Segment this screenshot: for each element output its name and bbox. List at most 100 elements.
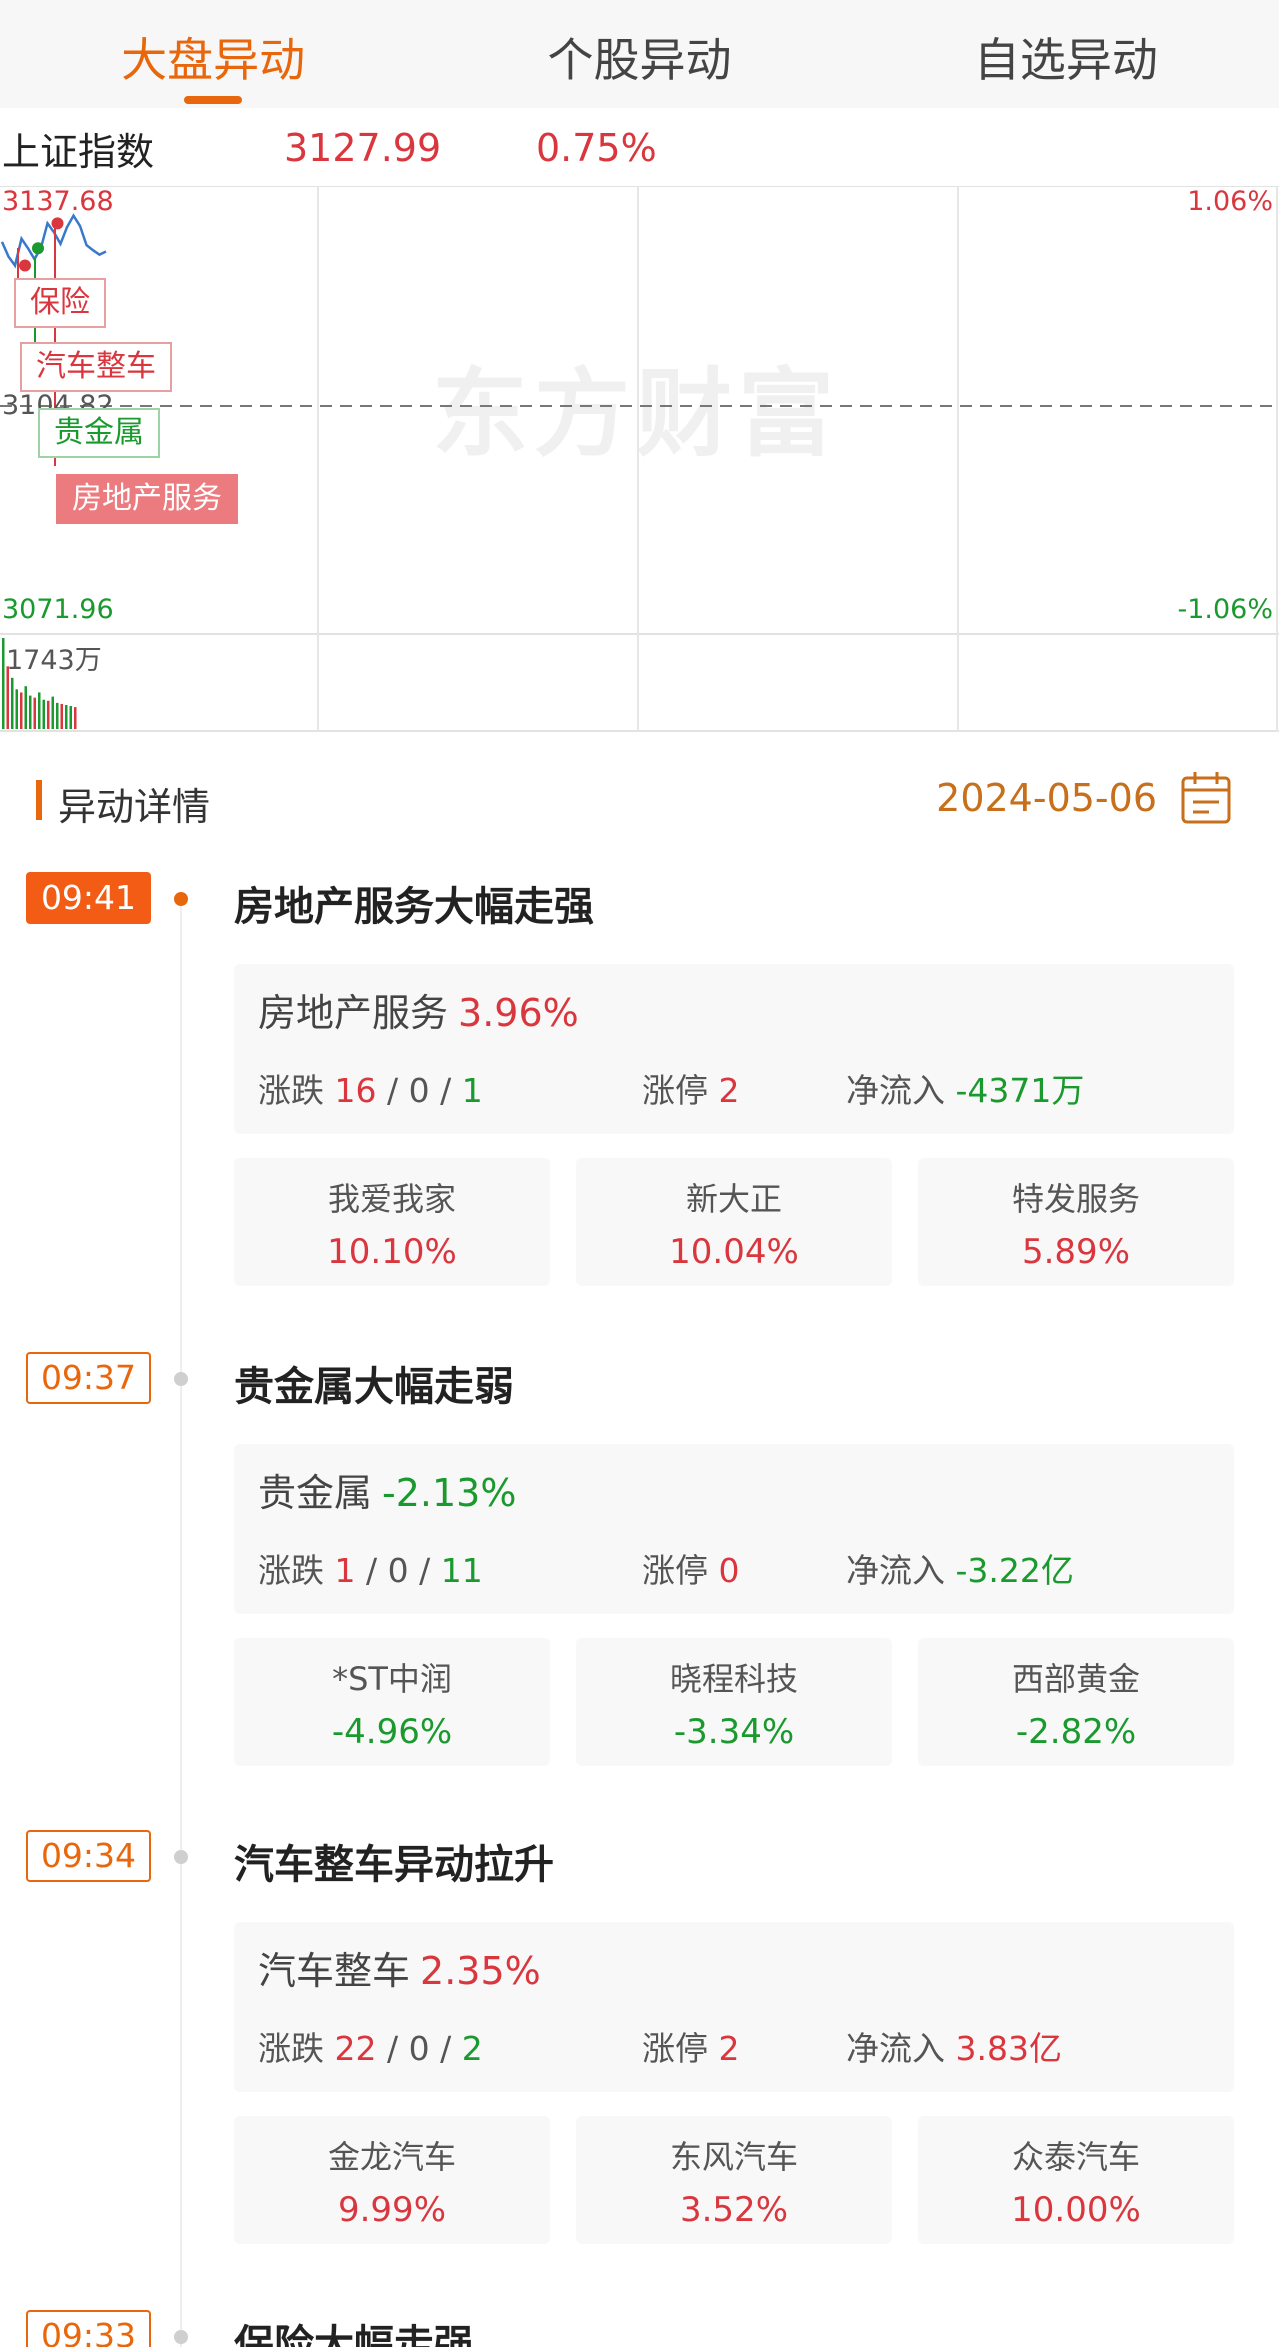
event-title: 贵金属大幅走弱 [234, 1364, 514, 1410]
volume-bar [29, 695, 32, 729]
stat-label: 涨跌 [258, 2029, 324, 2068]
chart-canvas [0, 186, 1279, 732]
stat-label: 涨跌 [258, 1551, 324, 1590]
volume-bar [65, 704, 68, 729]
stock-row: *ST中润 -4.96% 晓程科技 -3.34% 西部黄金 -2.82% [234, 1638, 1234, 1766]
stat-label: 涨停 [642, 2029, 708, 2068]
stock-card[interactable]: 我爱我家 10.10% [234, 1158, 550, 1286]
flat-count: 0 [387, 1551, 409, 1590]
flat-count: 0 [408, 1071, 430, 1110]
volume-bar [60, 703, 63, 729]
stock-name: 东风汽车 [669, 2138, 798, 2176]
annotation-tag-insurance[interactable]: 保险 [14, 278, 106, 328]
volume-bar [24, 686, 27, 729]
tab-market-moves[interactable]: 大盘异动 [0, 0, 426, 108]
volume-bar [47, 700, 50, 729]
stock-pct: -3.34% [673, 1712, 795, 1752]
timeline-dot [174, 892, 188, 906]
index-change-pct: 0.75% [536, 126, 657, 170]
stock-card[interactable]: 新大正 10.04% [576, 1158, 892, 1286]
pct-axis-high: 1.06% [1187, 186, 1273, 217]
stock-name: 西部黄金 [1011, 1660, 1140, 1698]
stock-pct: 10.00% [1011, 2190, 1141, 2230]
event-time: 09:41 [26, 872, 151, 924]
net-inflow-stat: 净流入 3.83亿 [846, 2022, 1062, 2070]
price-marker [32, 242, 44, 255]
stock-name: 金龙汽车 [327, 2138, 456, 2176]
stock-card[interactable]: 东风汽车 3.52% [576, 2116, 892, 2244]
stat-label: 净流入 [846, 1551, 945, 1590]
detail-header: 异动详情 2024-05-06 [0, 770, 1279, 829]
tab-label: 个股异动 [547, 33, 732, 87]
event-title: 保险大幅走强 [234, 2322, 474, 2347]
net-inflow-value: -3.22亿 [955, 1551, 1074, 1590]
index-summary[interactable]: 上证指数 3127.99 0.75% [0, 112, 1279, 184]
section-title: 异动详情 [58, 785, 211, 829]
index-price: 3127.99 [284, 126, 442, 170]
event-time: 09:37 [26, 1352, 151, 1404]
fall-count: 11 [440, 1551, 483, 1590]
volume-bar [20, 692, 23, 729]
volume-bar [42, 699, 45, 729]
sector-name: 贵金属 -2.13% [258, 1462, 516, 1517]
net-inflow-stat: 净流入 -4371万 [846, 1064, 1084, 1112]
event-time: 09:34 [26, 1830, 151, 1882]
timeline-dot [174, 1372, 188, 1386]
stat-label: 涨停 [642, 1071, 708, 1110]
rise-count: 16 [334, 1071, 377, 1110]
sector-card[interactable]: 贵金属 -2.13% 涨跌 1 / 0 / 11 涨停 0 净流入 -3.22亿 [234, 1444, 1234, 1614]
fall-count: 2 [461, 2029, 483, 2068]
stock-row: 我爱我家 10.10% 新大正 10.04% 特发服务 5.89% [234, 1158, 1234, 1286]
tab-watchlist-moves[interactable]: 自选异动 [853, 0, 1279, 108]
calendar-icon[interactable] [1179, 770, 1233, 826]
price-marker [19, 259, 31, 272]
stock-card[interactable]: 特发服务 5.89% [918, 1158, 1234, 1286]
annotation-tag-auto[interactable]: 汽车整车 [20, 342, 172, 392]
stock-card[interactable]: 西部黄金 -2.82% [918, 1638, 1234, 1766]
volume-bar [51, 696, 54, 729]
volume-bar [38, 692, 41, 729]
timeline-dot [174, 1850, 188, 1864]
rise-fall-stat: 涨跌 1 / 0 / 11 [258, 1551, 483, 1590]
stock-pct: 3.52% [679, 2190, 788, 2230]
event-title: 汽车整车异动拉升 [234, 1842, 554, 1888]
stock-pct: -2.82% [1015, 1712, 1137, 1752]
limit-up-count: 2 [718, 2029, 740, 2068]
event-title: 房地产服务大幅走强 [234, 884, 594, 930]
annotation-tag-precious-metals[interactable]: 贵金属 [38, 408, 160, 458]
stock-card[interactable]: 金龙汽车 9.99% [234, 2116, 550, 2244]
selected-date[interactable]: 2024-05-06 [936, 776, 1157, 820]
price-marker [51, 217, 64, 230]
tab-stock-moves[interactable]: 个股异动 [426, 0, 852, 108]
sector-card[interactable]: 房地产服务 3.96% 涨跌 16 / 0 / 1 涨停 2 净流入 -4371万 [234, 964, 1234, 1134]
event-time: 09:33 [26, 2310, 151, 2347]
timeline-dot [174, 2330, 188, 2344]
stock-name: 特发服务 [1011, 1180, 1140, 1218]
sector-card[interactable]: 汽车整车 2.35% 涨跌 22 / 0 / 2 涨停 2 净流入 3.83亿 [234, 1922, 1234, 2092]
stock-name: 众泰汽车 [1011, 2138, 1140, 2176]
tab-label: 大盘异动 [121, 33, 306, 87]
stock-name: 我爱我家 [327, 1180, 456, 1218]
volume-bar [74, 707, 77, 729]
rise-count: 22 [334, 2029, 377, 2068]
stock-row: 金龙汽车 9.99% 东风汽车 3.52% 众泰汽车 10.00% [234, 2116, 1234, 2244]
volume-bar [2, 638, 5, 729]
intraday-chart[interactable]: 东方财富 3137.68 3104.82 3071.96 1.06% -1.06… [0, 186, 1279, 732]
rise-fall-stat: 涨跌 22 / 0 / 2 [258, 2029, 483, 2068]
sector-label: 贵金属 [258, 1471, 373, 1515]
limit-up-stat: 涨停 2 [642, 1064, 740, 1112]
annotation-tag-real-estate[interactable]: 房地产服务 [56, 474, 238, 524]
stock-pct: 10.04% [669, 1232, 799, 1272]
sector-label: 汽车整车 [258, 1949, 411, 1993]
stock-card[interactable]: 众泰汽车 10.00% [918, 2116, 1234, 2244]
stock-pct: -4.96% [331, 1712, 453, 1752]
sector-name: 汽车整车 2.35% [258, 1940, 541, 1995]
timeline-line [180, 900, 182, 2347]
volume-bar [33, 697, 36, 729]
sector-pct: 3.96% [458, 991, 579, 1035]
stock-pct: 5.89% [1021, 1232, 1130, 1272]
rise-count: 1 [334, 1551, 356, 1590]
net-inflow-value: 3.83亿 [955, 2029, 1062, 2068]
stock-card[interactable]: *ST中润 -4.96% [234, 1638, 550, 1766]
stock-card[interactable]: 晓程科技 -3.34% [576, 1638, 892, 1766]
